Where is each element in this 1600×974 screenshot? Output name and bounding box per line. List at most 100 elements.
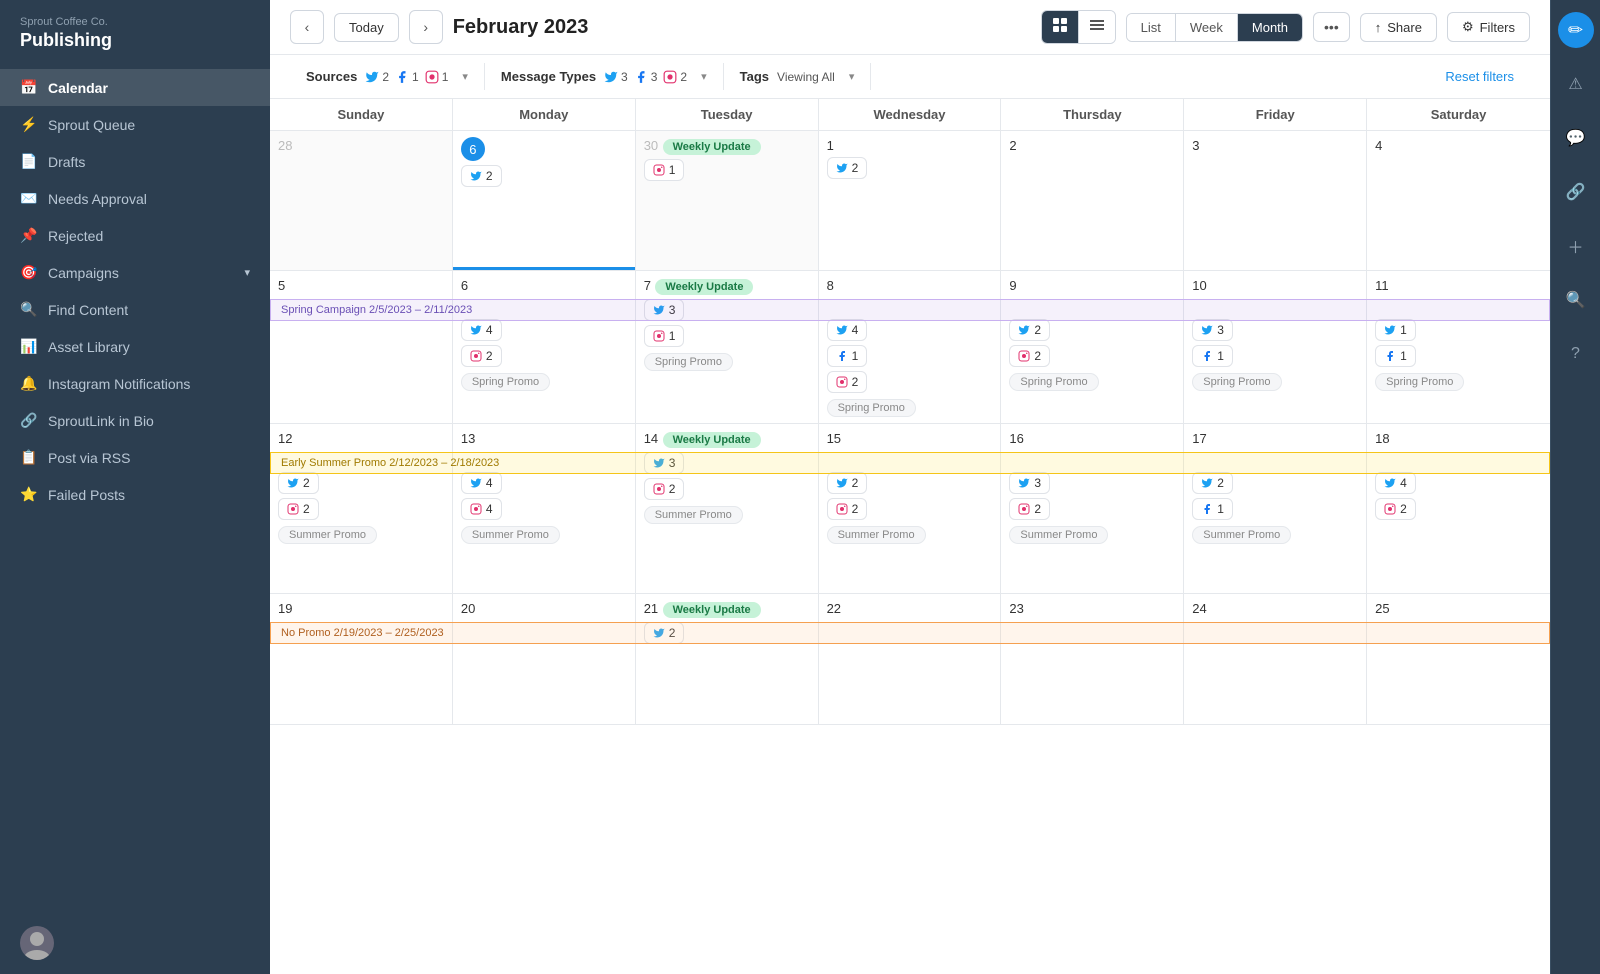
post-pill-tw[interactable]: 2 <box>461 165 502 187</box>
day-number: 4 <box>1375 138 1382 153</box>
post-pill-ig[interactable]: 1 <box>644 159 685 181</box>
cal-day-1[interactable]: 1 2 <box>819 131 1002 270</box>
sidebar-item-campaigns[interactable]: 🎯 Campaigns ▾ <box>0 254 270 291</box>
post-pill-ig[interactable]: 2 <box>1009 345 1050 367</box>
tab-week[interactable]: Week <box>1176 14 1238 41</box>
post-pill-tw[interactable]: 3 <box>1009 472 1050 494</box>
sources-filter[interactable]: Sources 2 1 1 ▾ <box>290 63 485 90</box>
tags-filter[interactable]: Tags Viewing All ▾ <box>724 63 872 90</box>
help-icon[interactable]: ? <box>1558 336 1594 372</box>
cal-day-9[interactable]: 9 2 2 Spring Promo <box>1001 271 1184 423</box>
sidebar-item-asset-library[interactable]: 📊 Asset Library <box>0 328 270 365</box>
cal-day-14[interactable]: 14 Weekly Update 3 2 Summer Promo <box>636 424 819 593</box>
cal-day-28[interactable]: 28 <box>270 131 453 270</box>
promo-tag: Summer Promo <box>1192 526 1291 544</box>
post-pill-ig[interactable]: 2 <box>827 498 868 520</box>
post-pill-fb[interactable]: 1 <box>1375 345 1416 367</box>
cal-day-17[interactable]: 17 2 1 Summer Promo <box>1184 424 1367 593</box>
post-pill-ig[interactable]: 2 <box>461 345 502 367</box>
forward-button[interactable]: › <box>409 10 443 44</box>
filters-button[interactable]: ⚙ Filters <box>1447 12 1530 42</box>
link-icon[interactable]: 🔗 <box>1558 174 1594 210</box>
cal-day-18[interactable]: 18 4 2 <box>1367 424 1550 593</box>
back-button[interactable]: ‹ <box>290 10 324 44</box>
sidebar-item-needs-approval[interactable]: ✉️ Needs Approval <box>0 180 270 217</box>
sidebar-item-sproutlink[interactable]: 🔗 SproutLink in Bio <box>0 402 270 439</box>
cal-day-4[interactable]: 4 <box>1367 131 1550 270</box>
post-pill-tw[interactable]: 2 <box>1192 472 1233 494</box>
sidebar-item-sprout-queue[interactable]: ⚡ Sprout Queue <box>0 106 270 143</box>
post-pill-tw[interactable]: 3 <box>644 452 685 474</box>
cal-day-12[interactable]: 12 2 2 Summer Promo <box>270 424 453 593</box>
post-pill-tw[interactable]: 2 <box>644 622 685 644</box>
promo-tag: Spring Promo <box>1009 373 1098 391</box>
sidebar-item-failed-posts[interactable]: ⭐ Failed Posts <box>0 476 270 513</box>
cal-day-3[interactable]: 3 <box>1184 131 1367 270</box>
avatar[interactable] <box>20 926 54 960</box>
post-pill-ig[interactable]: 2 <box>644 478 685 500</box>
cal-day-15[interactable]: 15 2 2 Summer Promo <box>819 424 1002 593</box>
today-button[interactable]: Today <box>334 13 399 42</box>
campaigns-icon: 🎯 <box>20 264 38 281</box>
post-pill-tw[interactable]: 4 <box>1375 472 1416 494</box>
post-pill-tw[interactable]: 4 <box>461 472 502 494</box>
post-pill-ig[interactable]: 2 <box>278 498 319 520</box>
cal-day-10[interactable]: 10 3 1 Spring Promo <box>1184 271 1367 423</box>
messages-icon[interactable]: 💬 <box>1558 120 1594 156</box>
tab-month[interactable]: Month <box>1238 14 1302 41</box>
post-pill-fb[interactable]: 1 <box>827 345 868 367</box>
post-pill-fb[interactable]: 1 <box>1192 498 1233 520</box>
post-pill-tw[interactable]: 3 <box>644 299 685 321</box>
cal-day-8[interactable]: 8 4 1 2 Spring Promo <box>819 271 1002 423</box>
alert-icon[interactable]: ⚠ <box>1558 66 1594 102</box>
cal-day-5[interactable]: 5 <box>270 271 453 423</box>
post-count: 3 <box>1034 476 1041 490</box>
post-pill-fb[interactable]: 1 <box>1192 345 1233 367</box>
post-pill-tw[interactable]: 2 <box>827 472 868 494</box>
post-pill-ig[interactable]: 4 <box>461 498 502 520</box>
post-pill-tw[interactable]: 2 <box>1009 319 1050 341</box>
post-pill-tw[interactable]: 2 <box>278 472 319 494</box>
reset-filters-button[interactable]: Reset filters <box>1429 69 1530 84</box>
list-view-icon[interactable] <box>1079 11 1115 43</box>
cal-day-25[interactable]: 25 <box>1367 594 1550 724</box>
message-types-filter[interactable]: Message Types 3 3 2 ▾ <box>485 63 724 90</box>
sidebar-item-drafts[interactable]: 📄 Drafts <box>0 143 270 180</box>
calendar-icon: 📅 <box>20 79 38 96</box>
post-pill-tw[interactable]: 3 <box>1192 319 1233 341</box>
more-button[interactable]: ••• <box>1313 12 1350 42</box>
cal-day-20[interactable]: 20 <box>453 594 636 724</box>
cal-day-13[interactable]: 13 4 4 Summer Promo <box>453 424 636 593</box>
cal-day-29[interactable]: 6 2 <box>453 131 636 270</box>
sidebar-item-find-content[interactable]: 🔍 Find Content <box>0 291 270 328</box>
cal-day-22[interactable]: 22 <box>819 594 1002 724</box>
sidebar-item-post-rss[interactable]: 📋 Post via RSS <box>0 439 270 476</box>
cal-day-11[interactable]: 11 1 1 Spring Promo <box>1367 271 1550 423</box>
compose-button[interactable]: ✏ <box>1558 12 1594 48</box>
post-pill-ig[interactable]: 2 <box>1009 498 1050 520</box>
share-button[interactable]: ↑ Share <box>1360 13 1437 42</box>
cal-day-16[interactable]: 16 3 2 Summer Promo <box>1001 424 1184 593</box>
sidebar-item-rejected[interactable]: 📌 Rejected <box>0 217 270 254</box>
cal-day-7[interactable]: 7 Weekly Update 3 1 Spring Promo <box>636 271 819 423</box>
cal-day-2[interactable]: 2 <box>1001 131 1184 270</box>
sidebar-item-calendar[interactable]: 📅 Calendar <box>0 69 270 106</box>
cal-day-23[interactable]: 23 <box>1001 594 1184 724</box>
tab-list[interactable]: List <box>1127 14 1176 41</box>
cal-day-30[interactable]: 30 Weekly Update 1 <box>636 131 819 270</box>
post-pill-tw[interactable]: 1 <box>1375 319 1416 341</box>
post-pill-tw[interactable]: 2 <box>827 157 868 179</box>
post-pill-ig[interactable]: 2 <box>1375 498 1416 520</box>
grid-view-icon[interactable] <box>1042 11 1079 43</box>
post-pill-tw[interactable]: 4 <box>461 319 502 341</box>
cal-day-6[interactable]: 6 4 2 Spring Promo <box>453 271 636 423</box>
post-pill-ig[interactable]: 1 <box>644 325 685 347</box>
post-pill-tw[interactable]: 4 <box>827 319 868 341</box>
add-icon[interactable]: ＋ <box>1558 228 1594 264</box>
cal-day-24[interactable]: 24 <box>1184 594 1367 724</box>
cal-day-19[interactable]: 19 <box>270 594 453 724</box>
sidebar-item-instagram-notifications[interactable]: 🔔 Instagram Notifications <box>0 365 270 402</box>
search-icon[interactable]: 🔍 <box>1558 282 1594 318</box>
post-pill-ig[interactable]: 2 <box>827 371 868 393</box>
cal-day-21[interactable]: 21 Weekly Update 2 <box>636 594 819 724</box>
